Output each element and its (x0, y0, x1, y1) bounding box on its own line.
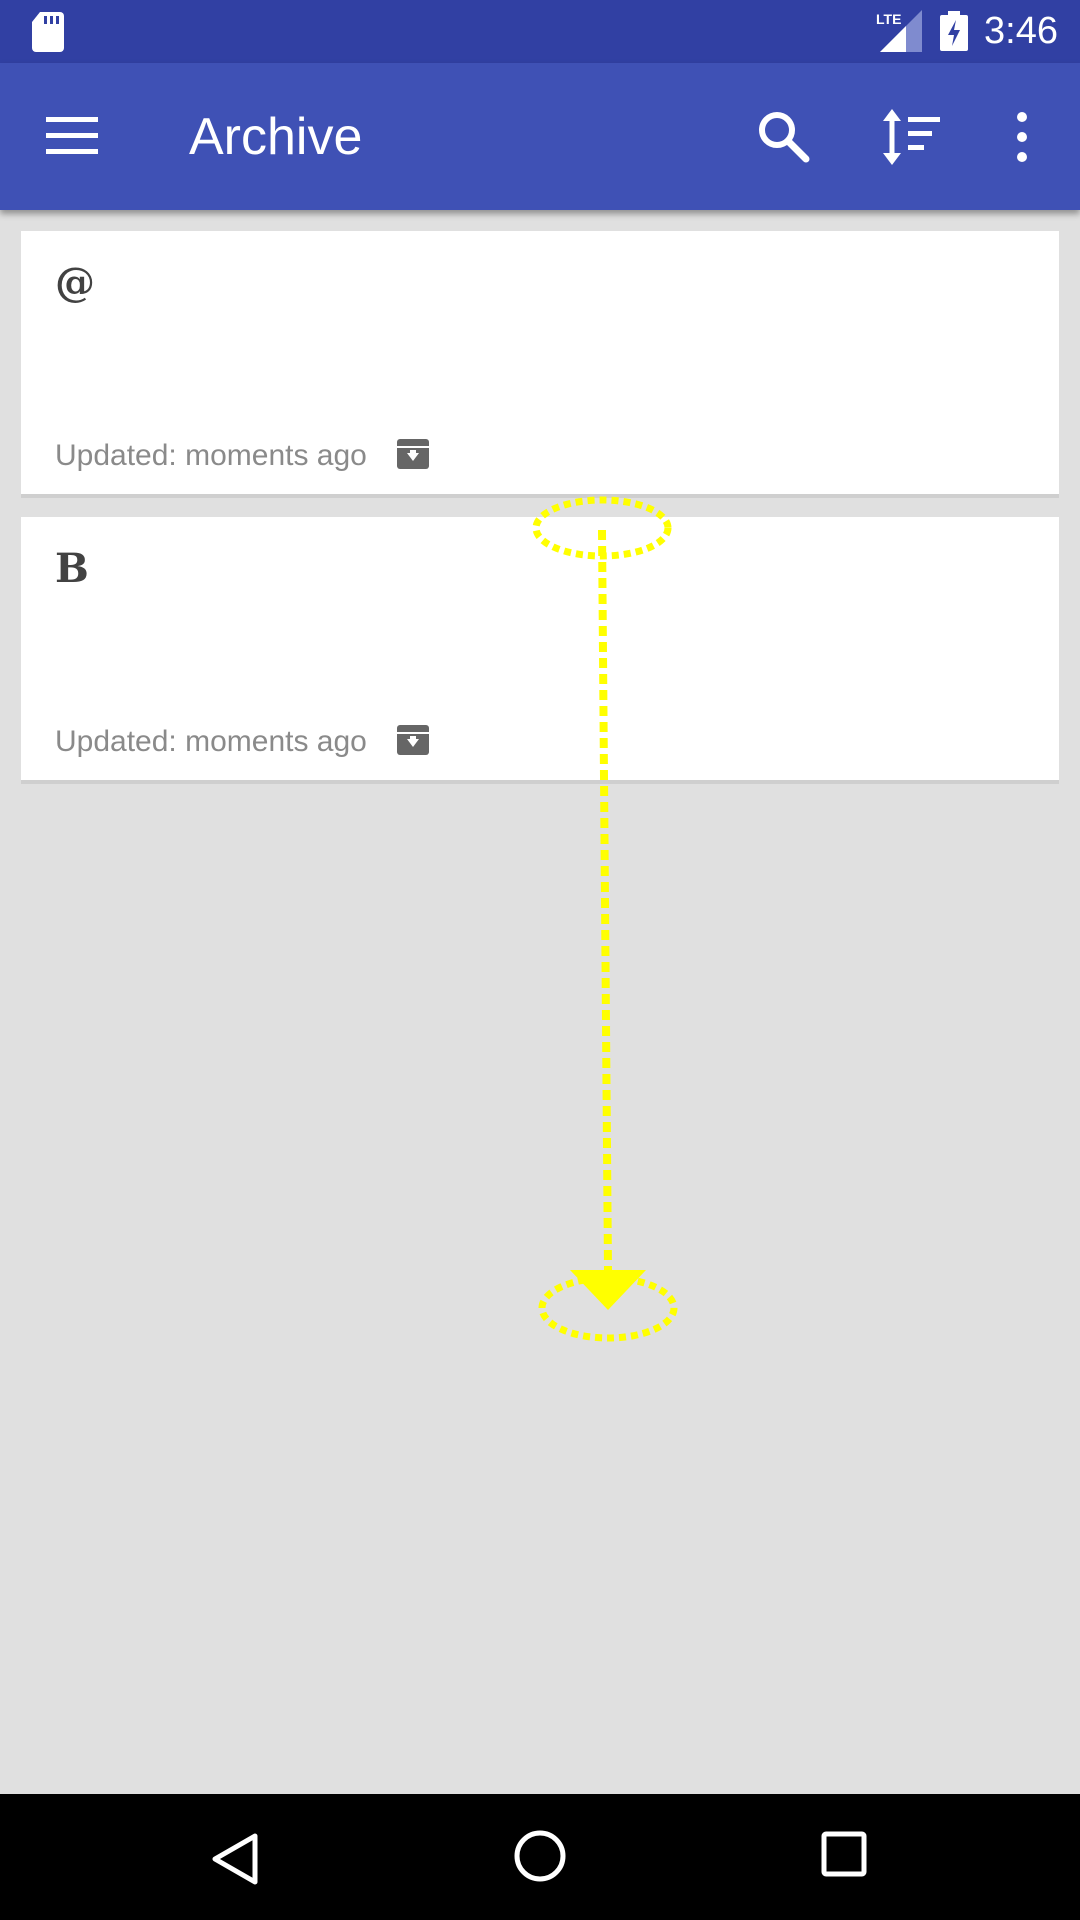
note-updated: Updated: moments ago (55, 725, 367, 758)
home-icon[interactable] (512, 1828, 568, 1884)
status-time: 3:46 (984, 10, 1058, 52)
navigation-bar (0, 1794, 1080, 1920)
unarchive-icon[interactable] (397, 723, 429, 755)
recents-icon[interactable] (820, 1830, 868, 1878)
note-title: @ (55, 259, 95, 306)
app-bar: Archive (0, 63, 1080, 210)
page-title: Archive (189, 108, 363, 166)
swipe-end-marker (538, 1274, 678, 1342)
note-card[interactable]: B Updated: moments ago (21, 517, 1059, 784)
swipe-arrowhead (570, 1270, 646, 1310)
lte-signal-icon: LTE (876, 10, 922, 52)
note-title: B (55, 545, 89, 592)
sd-card-icon (32, 12, 64, 52)
unarchive-icon[interactable] (397, 437, 429, 469)
note-updated: Updated: moments ago (55, 439, 367, 472)
note-card[interactable]: @ Updated: moments ago (21, 231, 1059, 498)
back-icon[interactable] (210, 1832, 260, 1886)
svg-text:LTE: LTE (876, 11, 901, 27)
search-icon[interactable] (756, 109, 812, 165)
menu-icon[interactable] (46, 113, 98, 157)
status-bar: LTE 3:46 (0, 0, 1080, 63)
more-vert-icon[interactable] (1002, 109, 1042, 165)
sort-icon[interactable] (882, 109, 942, 165)
battery-charging-icon (940, 11, 968, 51)
